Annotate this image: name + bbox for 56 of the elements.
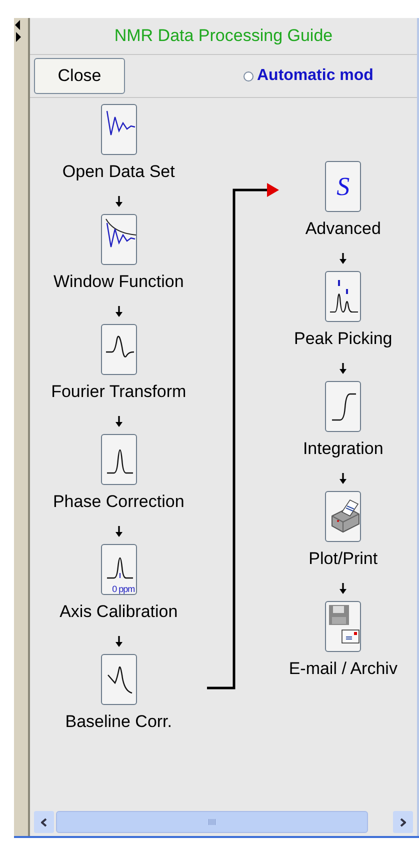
step-label: Plot/Print [308, 548, 378, 570]
down-arrow-icon [114, 196, 123, 207]
dispersion-step-button[interactable] [100, 324, 137, 375]
printer-step-button[interactable] [325, 491, 362, 542]
down-arrow-icon [339, 473, 348, 484]
peaks-icon [330, 279, 358, 313]
down-arrow-icon [339, 253, 348, 264]
calibration-step-button[interactable]: 0 ppm [100, 544, 137, 595]
scroll-left-button[interactable] [34, 811, 54, 833]
window-icon [105, 218, 136, 248]
grip-icon [208, 819, 216, 825]
integral-icon [332, 393, 356, 421]
chevron-right-icon [400, 818, 406, 826]
peak-icon [106, 450, 133, 474]
integral-step-button[interactable] [325, 381, 362, 432]
step-label: E-mail / Archiv [288, 658, 398, 680]
horizontal-scrollbar[interactable] [34, 810, 413, 834]
archive-icon [329, 605, 360, 644]
radio-button[interactable] [243, 70, 254, 82]
close-button[interactable]: Close [34, 58, 125, 94]
archive-step-button[interactable] [325, 601, 362, 652]
step-label: Advanced [305, 218, 381, 240]
down-arrow-icon [339, 363, 348, 374]
down-arrow-icon [114, 416, 123, 427]
window-step-button[interactable] [100, 214, 137, 265]
fid-icon [106, 110, 135, 136]
step-label: Peak Picking [294, 328, 392, 350]
panel-title: NMR Data Processing Guide [30, 18, 417, 55]
step-label: Integration [302, 438, 384, 460]
step-label: Phase Correction [52, 491, 184, 514]
peaks-step-button[interactable] [325, 271, 362, 322]
fid-step-button[interactable] [100, 104, 137, 155]
peak-step-button[interactable] [100, 434, 137, 485]
step-label: Fourier Transform [51, 381, 186, 404]
collapse-arrows-icon[interactable] [14, 20, 22, 42]
calibration-icon [106, 558, 133, 579]
step-label: Open Data Set [62, 161, 175, 184]
down-arrow-icon [339, 583, 348, 594]
baseline-icon [107, 666, 132, 694]
printer-icon [332, 499, 360, 533]
down-arrow-icon [114, 526, 123, 537]
step-label: Axis Calibration [60, 601, 178, 624]
script-glyph: S [336, 174, 350, 200]
chevron-left-icon [41, 818, 47, 826]
down-arrow-icon [114, 306, 123, 317]
step-label: Window Function [53, 271, 184, 294]
ppm-label: 0 ppm [112, 585, 135, 594]
mode-label: Automatic mod [257, 66, 374, 86]
scrollbar-thumb[interactable] [56, 811, 368, 833]
step-label: Baseline Corr. [65, 711, 172, 734]
dispersion-icon [106, 336, 134, 358]
automatic-mode-radio[interactable]: Automatic mod [243, 64, 374, 88]
scroll-right-button[interactable] [393, 811, 413, 833]
script-step-button[interactable]: S [325, 161, 362, 212]
baseline-step-button[interactable] [100, 654, 137, 705]
down-arrow-icon [114, 636, 123, 647]
